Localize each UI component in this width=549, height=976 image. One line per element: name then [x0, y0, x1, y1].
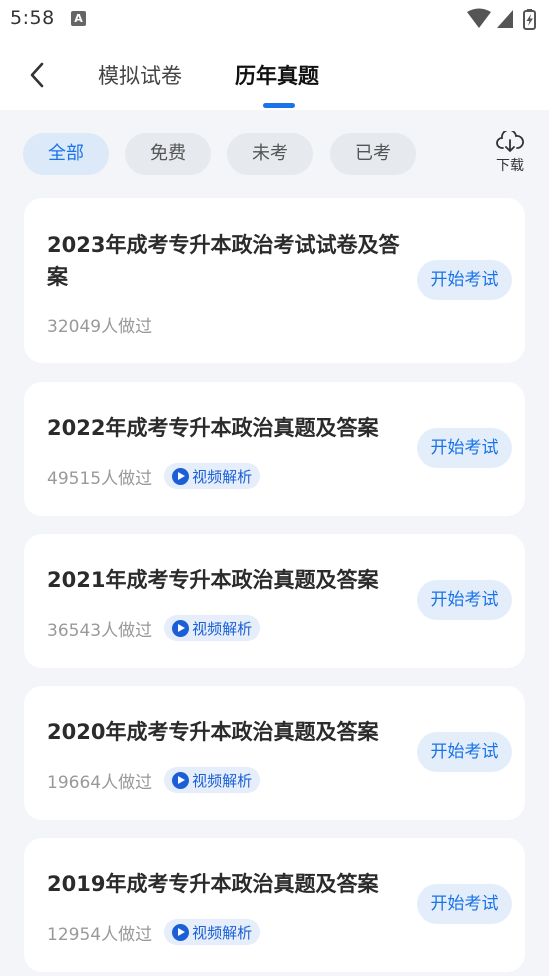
cloud-download-icon [496, 131, 524, 152]
chevron-left-icon [30, 62, 44, 88]
active-tab-indicator [263, 103, 295, 108]
play-icon [172, 771, 190, 789]
exam-meta: 19664人做过 视频解析 [47, 767, 261, 793]
exam-meta: 12954人做过 视频解析 [47, 919, 261, 945]
exam-title: 2020年成考专升本政治真题及答案 [47, 720, 379, 744]
filter-chip-taken[interactable]: 已考 [330, 133, 416, 175]
start-exam-button[interactable]: 开始考试 [417, 260, 512, 300]
header-area: 5:58 A 模拟试卷 历年真题 [0, 0, 549, 110]
status-bar: 5:58 A [0, 0, 549, 38]
exam-taker-count: 19664人做过 [47, 772, 153, 793]
play-icon [172, 923, 190, 941]
exam-taker-count: 12954人做过 [47, 924, 153, 945]
start-exam-button[interactable]: 开始考试 [417, 732, 512, 772]
exam-taker-count: 32049人做过 [47, 316, 153, 337]
exam-meta: 36543人做过 视频解析 [47, 615, 261, 641]
filter-chip-all[interactable]: 全部 [23, 133, 109, 175]
start-exam-button[interactable]: 开始考试 [417, 580, 512, 620]
start-exam-button[interactable]: 开始考试 [417, 884, 512, 924]
filter-chip-not-taken[interactable]: 未考 [227, 133, 313, 175]
status-icons [467, 8, 539, 30]
download-label: 下载 [496, 158, 524, 174]
exam-title: 2022年成考专升本政治真题及答案 [47, 416, 379, 440]
back-button[interactable] [22, 58, 52, 92]
filter-bar: 全部 免费 未考 已考 下载 [0, 131, 549, 181]
video-analysis-badge[interactable]: 视频解析 [164, 919, 261, 945]
wifi-icon [467, 8, 491, 28]
start-exam-button[interactable]: 开始考试 [417, 428, 512, 468]
video-analysis-badge[interactable]: 视频解析 [164, 463, 261, 489]
tab-mock-exams[interactable]: 模拟试卷 [98, 60, 182, 90]
video-analysis-label: 视频解析 [192, 771, 253, 790]
filter-chip-free[interactable]: 免费 [125, 133, 211, 175]
signal-icon [497, 10, 513, 28]
exam-card[interactable]: 2023年成考专升本政治考试试卷及答案 32049人做过 开始考试 [24, 198, 525, 363]
video-analysis-label: 视频解析 [192, 923, 253, 942]
exam-card[interactable]: 2019年成考专升本政治真题及答案 12954人做过 视频解析 开始考试 [24, 838, 525, 972]
exam-card[interactable]: 2021年成考专升本政治真题及答案 36543人做过 视频解析 开始考试 [24, 534, 525, 668]
exam-meta: 49515人做过 视频解析 [47, 463, 261, 489]
play-icon [172, 467, 190, 485]
video-analysis-badge[interactable]: 视频解析 [164, 615, 261, 641]
exam-taker-count: 36543人做过 [47, 620, 153, 641]
exam-meta: 32049人做过 [47, 311, 152, 337]
notification-icon: A [71, 11, 86, 26]
exam-card[interactable]: 2020年成考专升本政治真题及答案 19664人做过 视频解析 开始考试 [24, 686, 525, 820]
exam-title: 2019年成考专升本政治真题及答案 [47, 872, 379, 896]
video-analysis-label: 视频解析 [192, 467, 253, 486]
exam-title: 2023年成考专升本政治考试试卷及答案 [47, 233, 400, 289]
nav-bar: 模拟试卷 历年真题 [0, 44, 549, 110]
battery-icon [523, 9, 536, 30]
exam-card[interactable]: 2022年成考专升本政治真题及答案 49515人做过 视频解析 开始考试 [24, 382, 525, 516]
status-time: 5:58 [10, 7, 55, 29]
video-analysis-badge[interactable]: 视频解析 [164, 767, 261, 793]
video-analysis-label: 视频解析 [192, 619, 253, 638]
play-icon [172, 619, 190, 637]
exam-title: 2021年成考专升本政治真题及答案 [47, 568, 379, 592]
download-button[interactable]: 下载 [490, 131, 530, 181]
exam-taker-count: 49515人做过 [47, 468, 153, 489]
tab-past-exams[interactable]: 历年真题 [235, 60, 319, 90]
